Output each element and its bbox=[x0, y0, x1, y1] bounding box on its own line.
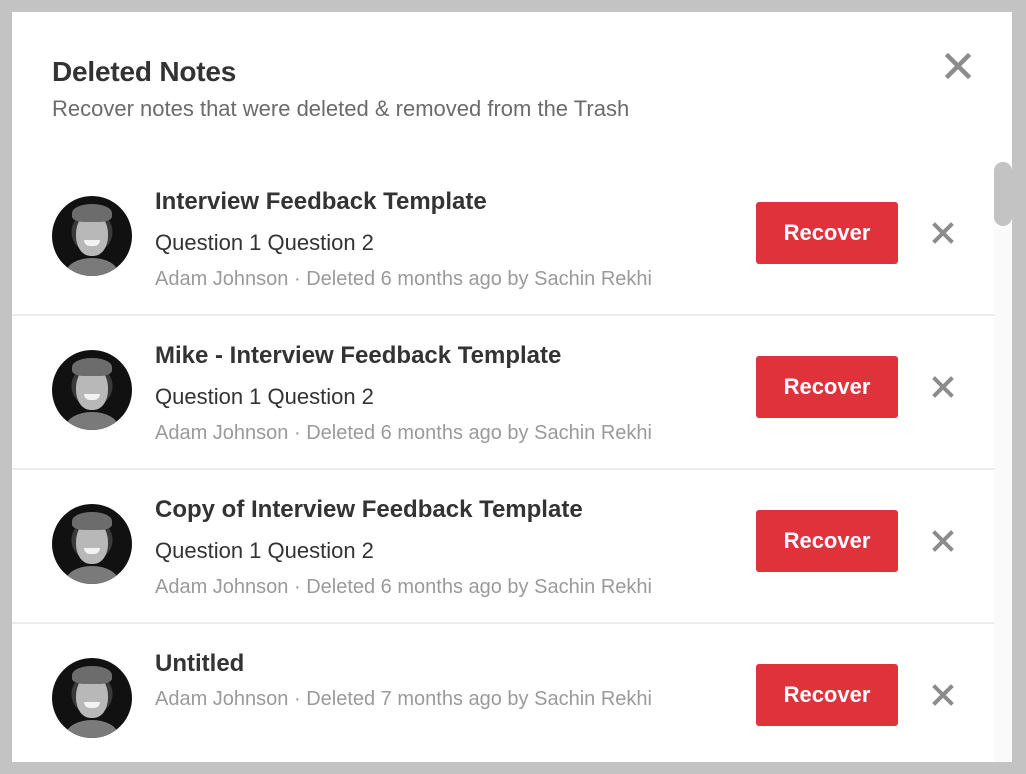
note-row: Copy of Interview Feedback Template Ques… bbox=[12, 470, 994, 624]
scrollbar-thumb[interactable] bbox=[994, 162, 1012, 226]
note-row: Interview Feedback Template Question 1 Q… bbox=[12, 162, 994, 316]
deleted-notes-list: Interview Feedback Template Question 1 Q… bbox=[12, 162, 994, 762]
note-title: Mike - Interview Feedback Template bbox=[155, 342, 562, 369]
avatar bbox=[52, 504, 132, 584]
note-title: Interview Feedback Template bbox=[155, 188, 487, 215]
note-meta: Adam Johnson · Deleted 6 months ago by S… bbox=[155, 268, 652, 290]
close-icon bbox=[932, 376, 954, 398]
recover-button[interactable]: Recover bbox=[756, 510, 898, 572]
note-row: Untitled Adam Johnson · Deleted 7 months… bbox=[12, 624, 994, 762]
dialog-header: Deleted Notes Recover notes that were de… bbox=[12, 12, 1012, 152]
remove-note-button[interactable] bbox=[930, 220, 956, 246]
note-title: Copy of Interview Feedback Template bbox=[155, 496, 583, 523]
dialog-title: Deleted Notes bbox=[52, 56, 237, 87]
recover-button[interactable]: Recover bbox=[756, 356, 898, 418]
avatar bbox=[52, 658, 132, 738]
note-meta: Adam Johnson · Deleted 6 months ago by S… bbox=[155, 422, 652, 444]
recover-button[interactable]: Recover bbox=[756, 664, 898, 726]
close-icon bbox=[932, 530, 954, 552]
note-meta: Adam Johnson · Deleted 7 months ago by S… bbox=[155, 688, 652, 710]
recover-button[interactable]: Recover bbox=[756, 202, 898, 264]
close-icon bbox=[932, 684, 954, 706]
close-dialog-button[interactable] bbox=[942, 50, 974, 82]
note-title: Untitled bbox=[155, 650, 245, 677]
remove-note-button[interactable] bbox=[930, 682, 956, 708]
close-icon bbox=[932, 222, 954, 244]
remove-note-button[interactable] bbox=[930, 374, 956, 400]
scrollbar-track[interactable] bbox=[994, 162, 1012, 762]
deleted-notes-dialog: Deleted Notes Recover notes that were de… bbox=[12, 12, 1012, 762]
note-row: Mike - Interview Feedback Template Quest… bbox=[12, 316, 994, 470]
note-preview: Question 1 Question 2 bbox=[155, 384, 374, 409]
avatar bbox=[52, 196, 132, 276]
dialog-subtitle: Recover notes that were deleted & remove… bbox=[52, 96, 630, 121]
avatar bbox=[52, 350, 132, 430]
note-meta: Adam Johnson · Deleted 6 months ago by S… bbox=[155, 576, 652, 598]
close-icon bbox=[944, 52, 972, 80]
note-preview: Question 1 Question 2 bbox=[155, 230, 374, 255]
note-preview: Question 1 Question 2 bbox=[155, 538, 374, 563]
remove-note-button[interactable] bbox=[930, 528, 956, 554]
